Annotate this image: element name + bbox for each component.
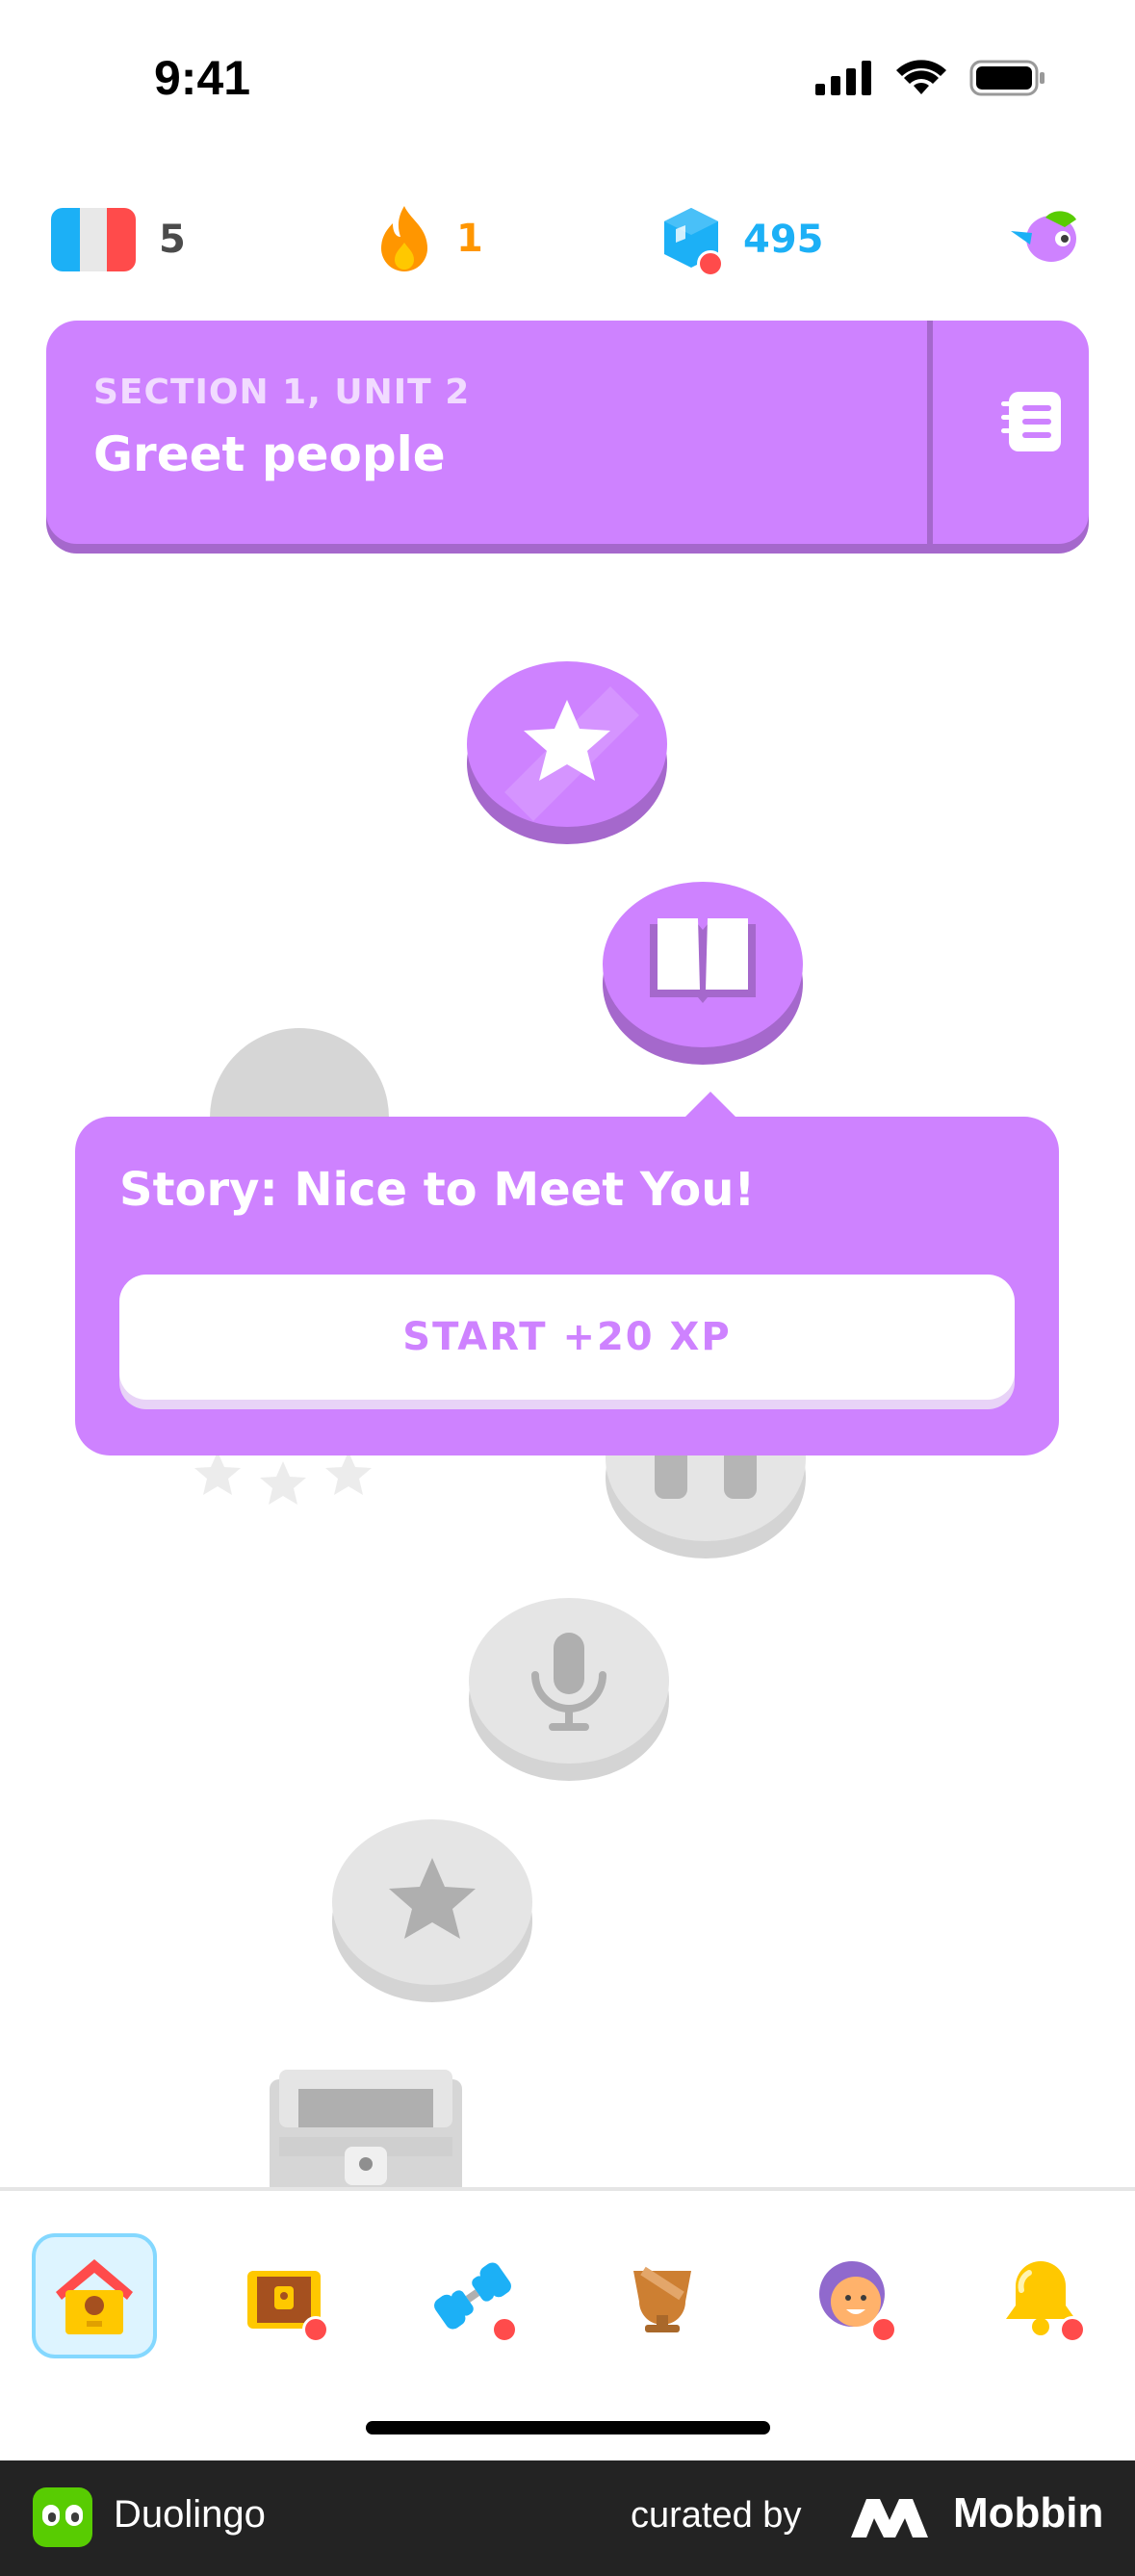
locked-stars <box>187 1444 389 1525</box>
status-icons <box>815 60 1046 96</box>
nav-notifications[interactable] <box>978 2233 1103 2358</box>
language-stat[interactable]: 5 <box>51 208 186 271</box>
start-lesson-button[interactable]: START +20 XP <box>119 1275 1015 1400</box>
streak-count: 1 <box>456 217 483 261</box>
star-icon <box>325 1452 372 1495</box>
star-node-graphic <box>467 661 667 844</box>
lesson-popup: Story: Nice to Meet You! START +20 XP <box>75 1092 1059 1455</box>
shop-badge <box>302 2316 329 2343</box>
guidebook-icon <box>1001 392 1061 451</box>
gem-wrap <box>662 206 724 277</box>
trophy-icon <box>633 2266 691 2332</box>
mic-node-graphic <box>469 1598 669 1781</box>
duo-super-icon <box>1011 211 1076 262</box>
nav-profile[interactable] <box>789 2233 915 2358</box>
treasure-chest-icon <box>270 2070 462 2187</box>
footer-app-name: Duolingo <box>114 2493 266 2536</box>
battery-icon <box>969 60 1045 96</box>
practice-badge <box>491 2316 518 2343</box>
star-icon <box>194 1452 241 1495</box>
popup-arrow <box>684 1092 737 1119</box>
french-flag-icon <box>51 208 136 271</box>
lesson-node-locked-star[interactable] <box>331 1816 533 2004</box>
lesson-node-current[interactable] <box>602 878 804 1067</box>
popup-title: Story: Nice to Meet You! <box>119 1163 756 1217</box>
mobbin-logo-icon <box>851 2499 928 2537</box>
notifications-badge <box>1059 2316 1086 2343</box>
nav-leaderboard[interactable] <box>600 2233 725 2358</box>
unit-title: Greet people <box>93 426 446 482</box>
unit-section-label: SECTION 1, UNIT 2 <box>93 373 471 412</box>
nav-practice[interactable] <box>410 2233 535 2358</box>
footer-brand: Mobbin <box>953 2489 1104 2537</box>
lesson-node-locked-speaking[interactable] <box>468 1594 670 1783</box>
wifi-icon <box>896 60 946 94</box>
gem-badge <box>697 250 724 277</box>
home-indicator[interactable] <box>366 2421 770 2434</box>
fire-icon <box>381 206 427 271</box>
crowns-count: 5 <box>159 218 186 262</box>
gems-count: 495 <box>743 218 824 262</box>
streak-stat[interactable]: 1 <box>375 204 483 273</box>
lesson-node-completed[interactable] <box>466 657 668 846</box>
book-icon <box>650 918 756 1003</box>
unit-divider <box>927 321 933 544</box>
footer-curated-by: curated by <box>631 2495 802 2536</box>
unit-banner: SECTION 1, UNIT 2 Greet people <box>46 321 1089 544</box>
nav-shop[interactable] <box>221 2233 347 2358</box>
signal-icon <box>815 61 871 95</box>
locked-treasure-chest[interactable] <box>260 2070 472 2187</box>
status-time: 9:41 <box>154 51 251 105</box>
footer-banner: Duolingo curated by Mobbin <box>0 2460 1135 2576</box>
gems-stat[interactable]: 495 <box>662 206 824 277</box>
star-icon <box>260 1461 306 1505</box>
locked-star-node-graphic <box>332 1819 532 2002</box>
home-icon <box>56 2259 133 2334</box>
profile-badge <box>870 2316 897 2343</box>
guidebook-button[interactable] <box>999 388 1086 475</box>
super-button[interactable] <box>1007 206 1084 277</box>
duolingo-logo-icon <box>33 2487 92 2547</box>
nav-home[interactable] <box>32 2233 157 2358</box>
book-node-graphic <box>603 882 803 1065</box>
